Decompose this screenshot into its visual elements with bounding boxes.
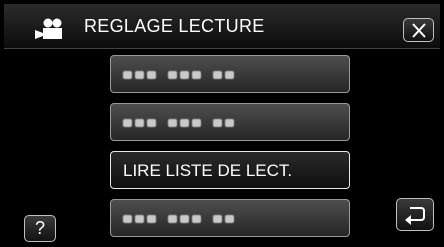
menu-item-play-playlist[interactable]: LIRE LISTE DE LECT. [110, 151, 350, 189]
menu-item-label: LIRE LISTE DE LECT. [123, 161, 293, 180]
close-button[interactable] [403, 18, 434, 42]
menu-item-4[interactable] [110, 199, 350, 237]
help-button[interactable]: ? [24, 215, 56, 242]
movie-camera-icon [35, 18, 62, 39]
playback-settings-screen: REGLAGE LECTURE LIRE LISTE DE LECT. ? [0, 0, 444, 247]
page-title: REGLAGE LECTURE [84, 16, 265, 36]
menu-item-2[interactable] [110, 103, 350, 141]
header-bar: REGLAGE LECTURE [4, 4, 440, 49]
return-arrow-icon [405, 207, 425, 225]
blurred-label [123, 119, 234, 127]
blurred-label [123, 215, 234, 223]
close-icon [412, 23, 426, 38]
menu-item-1[interactable] [110, 55, 350, 93]
blurred-label [123, 71, 234, 79]
back-button[interactable] [396, 198, 434, 231]
